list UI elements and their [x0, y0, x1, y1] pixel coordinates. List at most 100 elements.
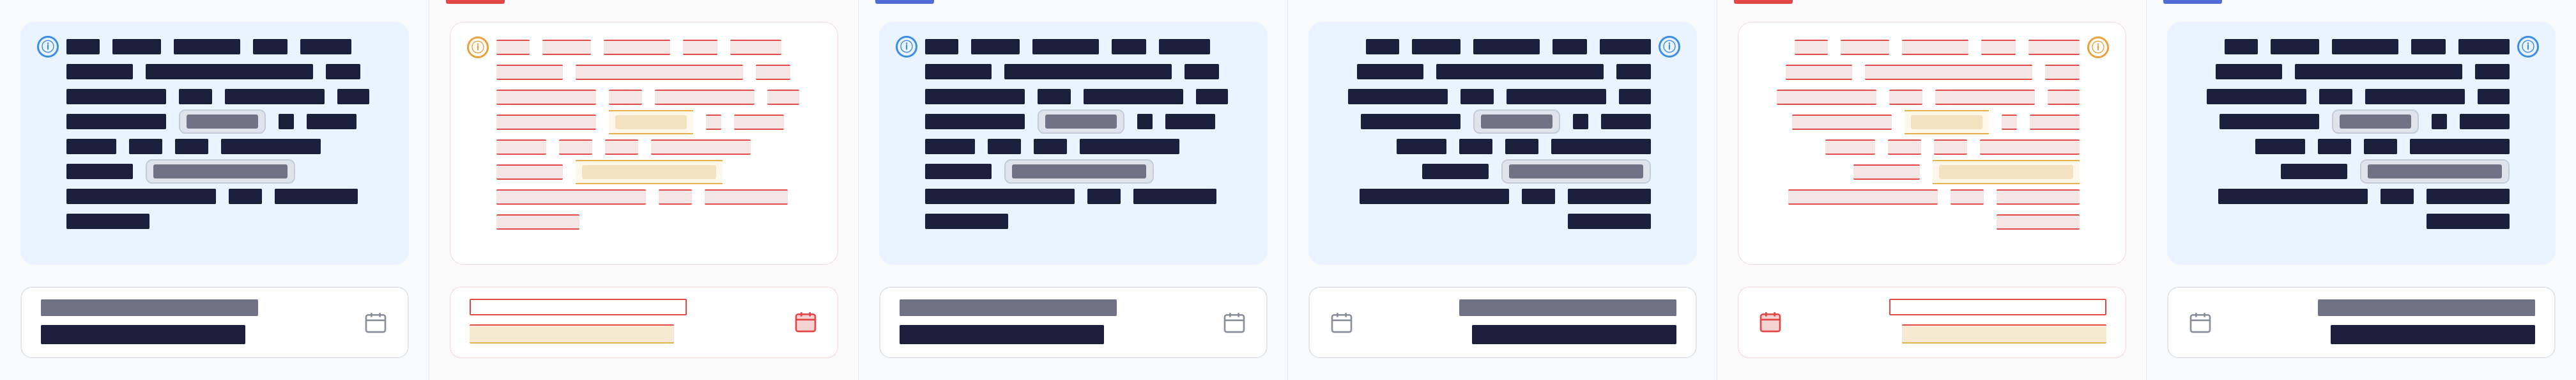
date-field-label	[900, 299, 1117, 316]
message-word	[1934, 139, 1967, 155]
message-word	[767, 90, 799, 105]
date-field-value	[41, 325, 245, 344]
message-word	[2364, 139, 2397, 154]
message-word	[1568, 214, 1651, 229]
message-word	[1422, 164, 1489, 179]
message-word	[925, 214, 1008, 229]
message-word	[1112, 39, 1146, 54]
calendar-icon[interactable]	[2188, 310, 2213, 335]
inline-code-chip	[2332, 109, 2419, 134]
info-message-card: ⓘ	[1738, 22, 2126, 265]
message-word	[1888, 139, 1921, 155]
message-word	[2220, 114, 2319, 129]
info-message-card: ⓘ	[2167, 22, 2556, 265]
message-word	[1004, 64, 1172, 79]
date-field[interactable]	[20, 287, 409, 358]
inline-code-chip	[146, 159, 295, 184]
message-word	[1459, 139, 1492, 154]
date-field[interactable]	[1308, 287, 1697, 358]
message-word	[1460, 89, 1494, 104]
message-word	[2295, 64, 2462, 79]
message-word	[1522, 189, 1555, 204]
calendar-icon[interactable]	[1222, 310, 1247, 335]
message-word	[2426, 214, 2510, 229]
message-word	[279, 114, 294, 129]
message-word	[1795, 40, 1828, 55]
inline-code-chip	[609, 110, 693, 134]
message-word	[2475, 64, 2510, 79]
message-word	[559, 139, 592, 155]
message-word	[2380, 189, 2414, 204]
message-word	[925, 164, 992, 179]
message-word	[496, 40, 530, 55]
message-text	[2191, 38, 2510, 230]
panel-2: ⓘ	[429, 0, 859, 380]
message-word	[971, 39, 1020, 54]
message-word	[1159, 39, 1210, 54]
message-word	[2207, 89, 2306, 104]
message-word	[1853, 164, 1920, 180]
message-word	[2045, 65, 2080, 80]
info-message-card: ⓘ	[1308, 22, 1697, 265]
top-accent-bar	[1734, 0, 1793, 4]
message-word	[2255, 139, 2305, 154]
message-word	[66, 164, 133, 179]
calendar-icon[interactable]	[1329, 310, 1354, 335]
message-word	[925, 39, 958, 54]
message-word	[1361, 114, 1460, 129]
message-word	[734, 115, 784, 130]
info-message-card: ⓘ	[879, 22, 1268, 265]
calendar-icon[interactable]	[793, 309, 818, 335]
message-word	[1902, 40, 1968, 55]
screenshot-strip: ⓘ ⓘ ⓘ ⓘ ⓘ ⓘ	[0, 0, 2576, 380]
message-word	[326, 64, 360, 79]
message-word	[683, 40, 717, 55]
date-field[interactable]	[2167, 287, 2556, 358]
message-word	[2318, 139, 2351, 154]
message-word	[2218, 189, 2368, 204]
message-word	[1573, 114, 1588, 129]
date-field[interactable]	[879, 287, 1268, 358]
message-word	[179, 89, 212, 104]
date-field[interactable]	[450, 287, 838, 358]
message-word	[2319, 89, 2352, 104]
message-word	[925, 139, 975, 154]
message-word	[1951, 189, 1984, 205]
message-word	[307, 114, 356, 129]
message-word	[229, 189, 262, 204]
message-word	[1360, 189, 1509, 204]
panel-1: ⓘ	[0, 0, 429, 380]
message-word	[1348, 89, 1448, 104]
inline-code-chip	[576, 160, 723, 184]
panel-5: ⓘ	[1717, 0, 2147, 380]
date-field-value	[470, 324, 674, 344]
info-message-card: ⓘ	[20, 22, 409, 265]
info-icon: ⓘ	[1659, 36, 1680, 58]
message-word	[655, 90, 755, 105]
date-field-value	[900, 325, 1104, 344]
message-word	[2225, 39, 2258, 54]
message-word	[1137, 114, 1153, 129]
inline-code-chip	[1004, 159, 1154, 184]
message-word	[1087, 189, 1121, 204]
message-word	[1473, 39, 1540, 54]
calendar-icon[interactable]	[1758, 309, 1783, 335]
date-field-label	[1889, 299, 2106, 315]
message-word	[2410, 139, 2510, 154]
message-word	[925, 64, 992, 79]
calendar-icon[interactable]	[363, 310, 388, 335]
message-word	[1038, 89, 1071, 104]
info-icon: ⓘ	[2517, 36, 2539, 58]
message-word	[225, 89, 325, 104]
message-word	[66, 89, 166, 104]
message-word	[66, 139, 116, 154]
message-word	[659, 189, 692, 205]
message-word	[112, 39, 161, 54]
message-word	[1506, 89, 1606, 104]
message-word	[2458, 39, 2510, 54]
message-word	[66, 189, 216, 204]
message-word	[925, 189, 1075, 204]
message-word	[1366, 39, 1399, 54]
message-word	[1184, 64, 1219, 79]
date-field[interactable]	[1738, 287, 2126, 358]
